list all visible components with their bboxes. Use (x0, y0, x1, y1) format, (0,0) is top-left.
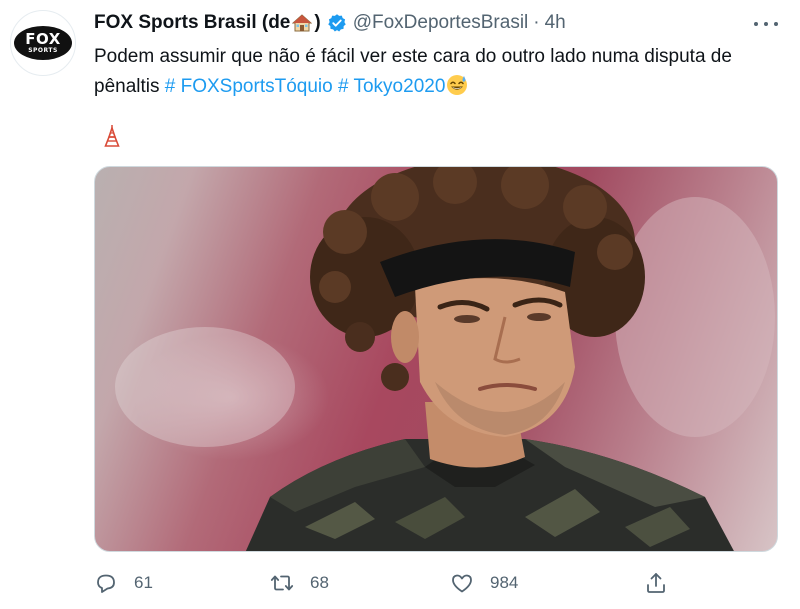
tweet-text: Podem assumir que não é fácil ver este c… (94, 42, 784, 102)
like-count: 984 (490, 573, 519, 592)
handle[interactable]: @FoxDeportesBrasil (353, 12, 529, 34)
share-button[interactable] (644, 568, 668, 598)
share-icon (647, 573, 665, 593)
like-button[interactable]: 984 (450, 568, 518, 598)
house-emoji-icon (292, 14, 313, 32)
timestamp[interactable]: 4h (545, 12, 566, 34)
more-options-icon[interactable] (754, 14, 778, 34)
tweet-photo[interactable] (94, 166, 778, 552)
retweet-button[interactable]: 68 (270, 568, 329, 598)
like-icon (452, 574, 472, 593)
hashtag-foxsportstoquio[interactable]: # FOXSportsTóquio (165, 76, 333, 97)
hashtag-tokyo2020[interactable]: # Tokyo2020 (338, 76, 445, 97)
retweet-count: 68 (310, 573, 329, 592)
display-name[interactable]: FOX Sports Brasil (de (94, 12, 290, 34)
display-name-close: ) (314, 12, 321, 33)
goalkeeper-photo (115, 167, 775, 551)
tweet-actions: 61 68 984 (94, 568, 694, 598)
reply-icon (97, 574, 115, 593)
tweet-header: FOX Sports Brasil (de ) @FoxDeportesBras… (94, 10, 566, 36)
separator-dot: · (533, 12, 540, 33)
tokyo-tower-emoji-icon (104, 125, 120, 147)
verified-badge-icon (327, 14, 346, 32)
fox-sports-logo: FOX SPORTS (14, 26, 72, 60)
reply-count: 61 (134, 573, 153, 592)
avatar[interactable]: FOX SPORTS (10, 10, 76, 76)
sweat-smile-emoji-icon (447, 75, 468, 95)
retweet-icon (270, 575, 294, 591)
reply-button[interactable]: 61 (94, 568, 153, 598)
